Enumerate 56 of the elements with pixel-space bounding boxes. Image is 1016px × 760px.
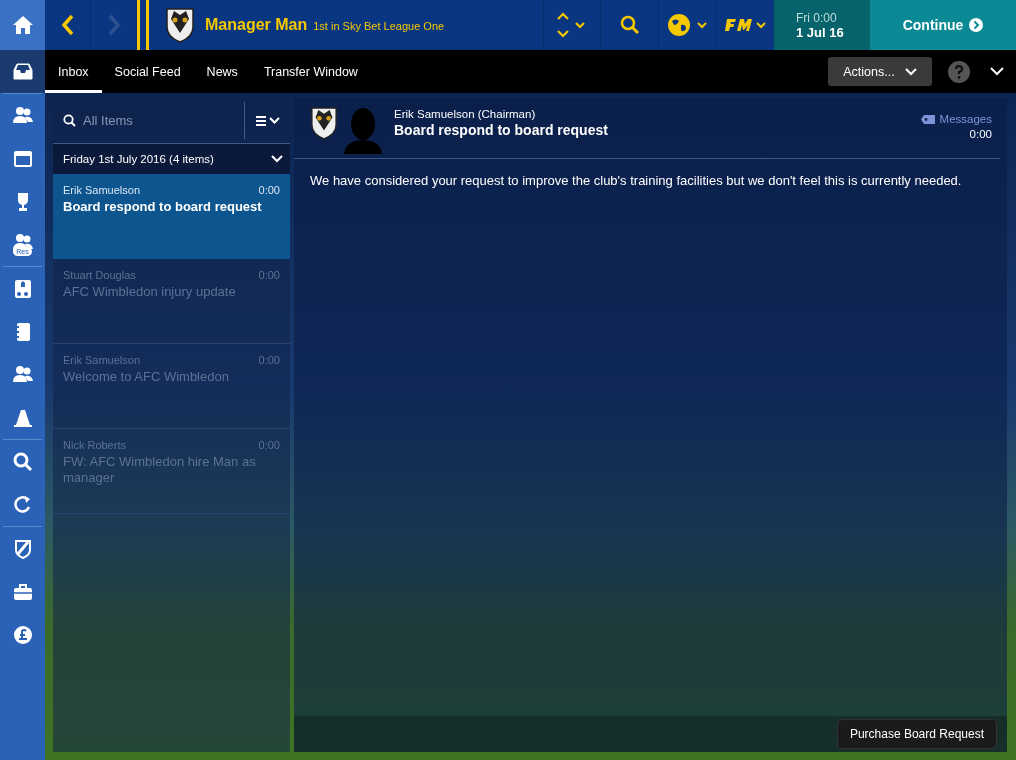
current-date: 1 Jul 16 (796, 24, 845, 40)
tab[interactable]: Transfer Window (250, 50, 371, 93)
home-icon (11, 15, 34, 35)
message-subject: FW: AFC Wimbledon hire Man as manager (63, 454, 257, 486)
continue-button[interactable]: Continue (870, 0, 1016, 50)
chevron-circle-icon (969, 18, 984, 32)
message-time: 0:00 (969, 128, 992, 140)
day-time: Fri 0:00 (796, 10, 838, 25)
date-group-header[interactable]: Friday 1st July 2016 (4 items) (53, 144, 290, 174)
message-item[interactable]: Erik Samuelson 0:00 Board respond to board request (53, 174, 290, 259)
chevron-down-icon (271, 155, 283, 163)
squad-icon (11, 105, 34, 126)
inbox-icon (11, 61, 34, 82)
chevron-down-icon (904, 67, 917, 76)
message-sender: Nick Roberts (63, 439, 126, 451)
message-sender: Erik Samuelson (63, 354, 141, 366)
message-subject: Board respond to board request (63, 199, 263, 215)
message-time: 0:00 (258, 354, 280, 366)
club-crest-icon (165, 7, 195, 43)
club-crest-icon (310, 106, 338, 140)
home-button[interactable] (0, 0, 45, 50)
calendar-icon (11, 148, 34, 169)
message-sender: Erik Samuelson (63, 184, 141, 196)
chevron-down-icon[interactable] (990, 67, 1004, 76)
briefcase-icon (11, 581, 34, 602)
league-position: 1st in Sky Bet League One (313, 20, 445, 32)
cone-icon (11, 407, 34, 428)
tab[interactable]: News (193, 50, 251, 93)
help-icon[interactable] (948, 60, 970, 83)
messages-link[interactable]: Messages (920, 113, 992, 125)
actions-dropdown[interactable]: Actions... (828, 57, 932, 86)
staff-icon (11, 364, 34, 385)
globe-icon (666, 13, 709, 37)
message-sender: Erik Samuelson (Chairman) (394, 108, 537, 120)
search-icon (11, 451, 34, 472)
message-title: Board respond to board request (394, 122, 608, 138)
search-icon (619, 15, 640, 35)
search-field[interactable]: All Items (83, 109, 233, 132)
message-time: 0:00 (258, 184, 280, 196)
manager-name: Manager Man (205, 16, 308, 34)
message-time: 0:00 (258, 439, 280, 451)
message-subject: AFC Wimbledon injury update (63, 284, 237, 300)
inbox-nav-button[interactable] (0, 50, 45, 93)
message-body: We have considered your request to improve the club's training facilities but we don't feel this is currently needed. (310, 172, 963, 190)
pound-icon (11, 624, 34, 645)
fm-logo-icon (723, 17, 768, 33)
tab[interactable]: Social Feed (101, 50, 194, 93)
list-menu-icon (254, 114, 281, 127)
tag-icon (920, 114, 935, 124)
message-subject: Welcome to AFC Wimbledon (63, 369, 230, 385)
person-silhouette-icon (342, 106, 384, 154)
group-title: Friday 1st July 2016 (4 items) (63, 153, 214, 165)
message-time: 0:00 (258, 269, 280, 281)
search-icon (63, 114, 76, 127)
purchase-board-request-button[interactable]: Purchase Board Request (836, 719, 997, 749)
message-sender: Stuart Douglas (63, 269, 136, 281)
